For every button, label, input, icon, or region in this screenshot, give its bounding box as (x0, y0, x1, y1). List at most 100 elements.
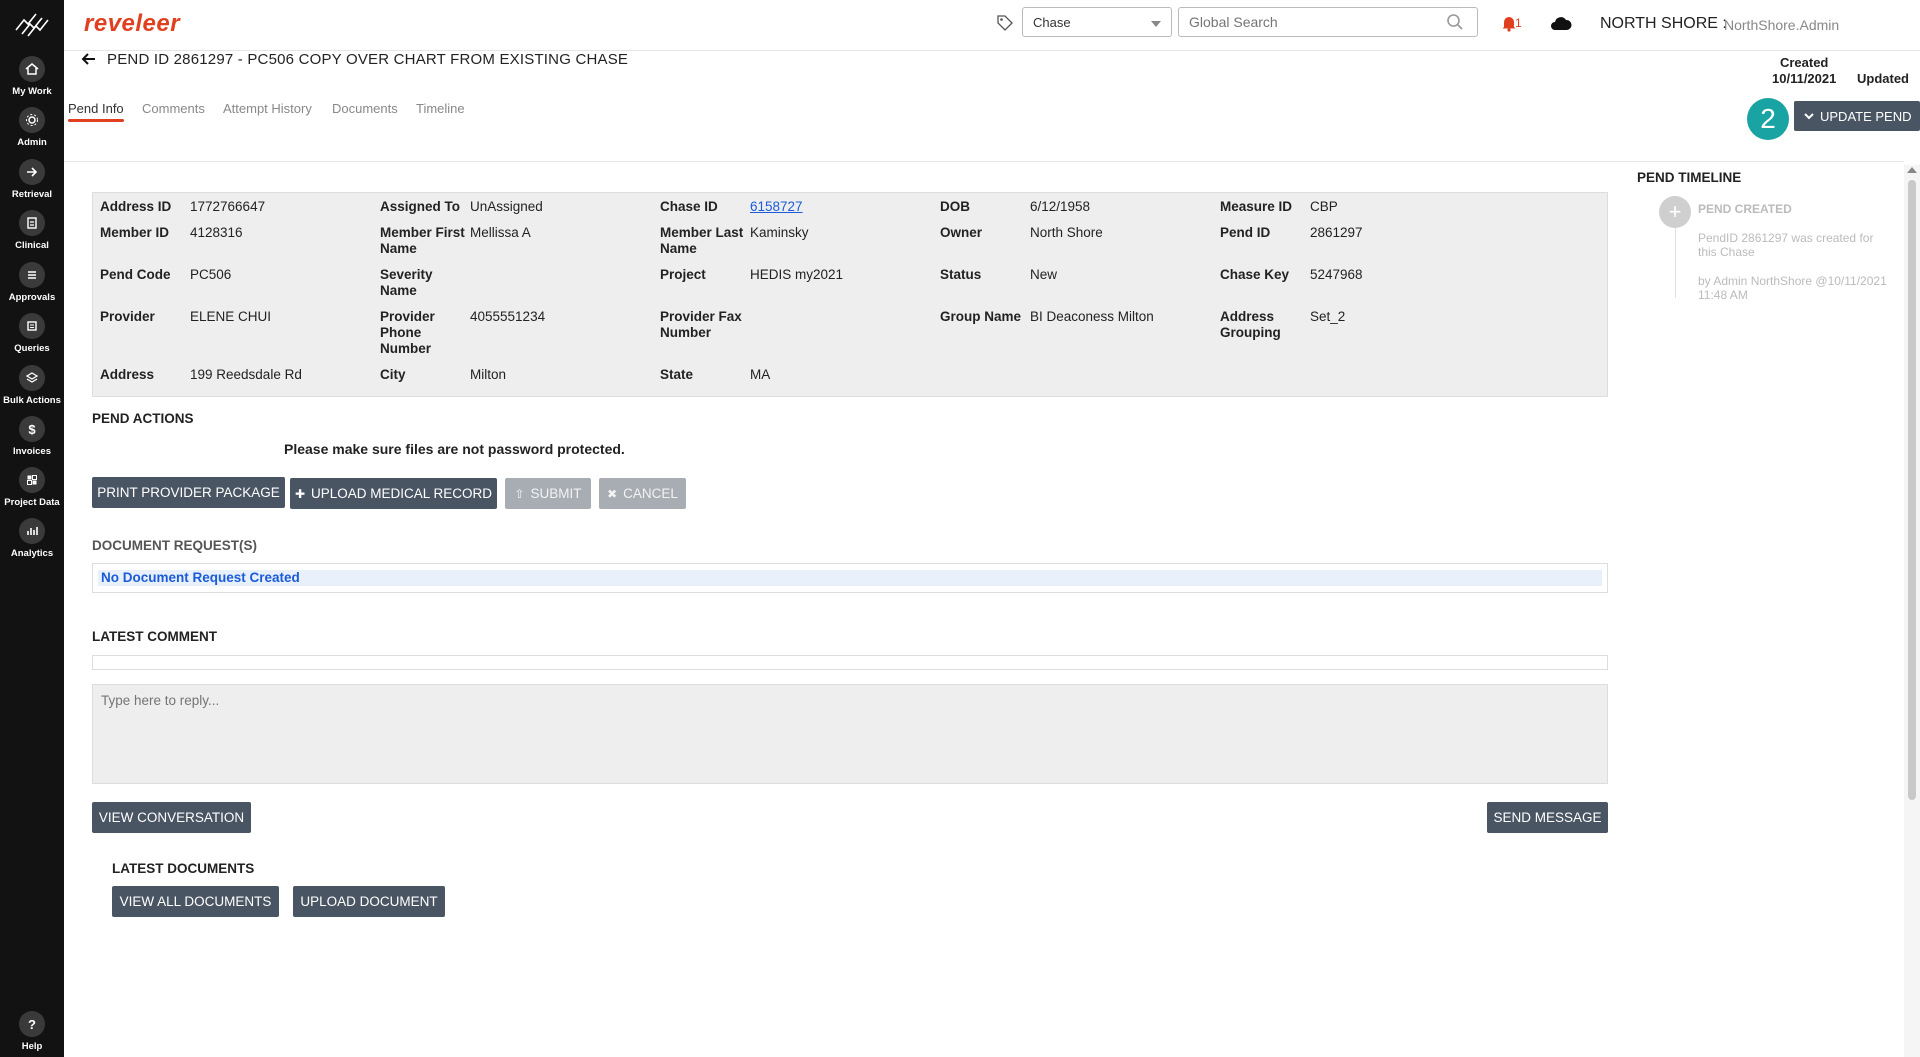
question-icon: ? (19, 1011, 45, 1037)
password-notice: Please make sure files are not password … (284, 441, 625, 457)
button-label: SUBMIT (530, 486, 582, 501)
tag-icon[interactable] (996, 14, 1014, 32)
field-label: Member First Name (380, 225, 465, 256)
field-value: MA (750, 367, 771, 382)
field-label: Address Grouping (1220, 309, 1281, 340)
send-message-button[interactable]: SEND MESSAGE (1487, 802, 1608, 833)
document-requests-list: No Document Request Created (92, 563, 1608, 593)
sidebar-item-retrieval[interactable]: Retrieval (0, 159, 64, 209)
grid-icon (19, 467, 45, 493)
layers-icon (19, 365, 45, 391)
upload-medical-record-button[interactable]: ✚ UPLOAD MEDICAL RECORD (290, 478, 497, 509)
notification-count: 1 (1515, 16, 1522, 30)
bar-chart-icon (19, 518, 45, 544)
field-value: PC506 (190, 267, 232, 282)
tab-comments[interactable]: Comments (142, 101, 205, 116)
field-label: Address ID (100, 199, 172, 214)
created-info: Created 10/11/2021 (1772, 55, 1836, 87)
sidebar-item-my-work[interactable]: My Work (0, 56, 64, 106)
field-value: Kaminsky (750, 225, 809, 240)
back-arrow-icon[interactable] (80, 50, 98, 68)
sidebar-item-analytics[interactable]: Analytics (0, 518, 64, 568)
sidebar-item-queries[interactable]: Queries (0, 313, 64, 363)
field-label: Severity Name (380, 267, 433, 298)
plus-icon: ✚ (294, 486, 306, 501)
field-value: 5247968 (1310, 267, 1363, 282)
brand-logo[interactable]: reveleer (84, 10, 180, 38)
field-value: 199 Reedsdale Rd (190, 367, 302, 382)
button-label: UPLOAD DOCUMENT (300, 894, 438, 909)
field-value: 4055551234 (470, 309, 546, 324)
sidebar-item-approvals[interactable]: Approvals (0, 262, 64, 312)
organization-name: NORTH SHORE : (1600, 15, 1727, 32)
update-pend-button[interactable]: UPDATE PEND (1794, 101, 1920, 131)
created-date: 10/11/2021 (1772, 71, 1837, 86)
scroll-up-arrow-icon[interactable] (1907, 167, 1917, 173)
button-label: PRINT PROVIDER PACKAGE (97, 485, 280, 500)
sidebar-item-label: Retrieval (11, 189, 53, 200)
search-scope-select[interactable]: Chase (1022, 7, 1172, 37)
pend-timeline-heading: PEND TIMELINE (1637, 170, 1742, 185)
sidebar-item-clinical[interactable]: Clinical (0, 210, 64, 260)
sidebar-item-label: Invoices (12, 446, 52, 457)
search-icon[interactable] (1446, 13, 1464, 31)
field-value: 6/12/1958 (1030, 199, 1091, 214)
tab-pend-info[interactable]: Pend Info (68, 101, 124, 116)
sidebar-item-invoices[interactable]: $ Invoices (0, 416, 64, 466)
sidebar-item-label: Help (21, 1041, 43, 1052)
step-badge: 2 (1747, 98, 1789, 140)
scrollbar-thumb[interactable] (1908, 180, 1916, 800)
field-label: DOB (940, 199, 970, 214)
field-label: Chase ID (660, 199, 718, 214)
app-logo-icon[interactable] (14, 10, 50, 38)
field-value: CBP (1310, 199, 1338, 214)
button-label: SEND MESSAGE (1493, 810, 1602, 825)
reply-textarea[interactable] (92, 684, 1608, 784)
field-label: State (660, 367, 694, 382)
upload-document-button[interactable]: UPLOAD DOCUMENT (293, 886, 445, 917)
latest-documents-heading: LATEST DOCUMENTS (112, 861, 255, 876)
field-value: HEDIS my2021 (750, 267, 844, 282)
tab-documents[interactable]: Documents (332, 101, 398, 116)
app-root: My Work Admin Retrieval Clinical Approva… (0, 0, 1920, 1057)
sidebar-item-label: Queries (14, 343, 50, 354)
created-label: Created (1779, 55, 1829, 70)
updated-label: Updated (1857, 71, 1909, 86)
view-conversation-button[interactable]: VIEW CONVERSATION (92, 802, 251, 833)
arrow-right-icon (19, 159, 45, 185)
button-label: VIEW CONVERSATION (98, 810, 245, 825)
button-label: UPLOAD MEDICAL RECORD (311, 486, 493, 501)
sidebar-item-label: My Work (12, 86, 52, 97)
chase-id-link[interactable]: 6158727 (750, 199, 803, 215)
document-request-empty: No Document Request Created (98, 570, 1602, 586)
timeline-connector (1675, 228, 1676, 298)
chevron-down-icon (1151, 21, 1161, 27)
field-label: Owner (940, 225, 983, 240)
sidebar-item-bulk-actions[interactable]: Bulk Actions (0, 365, 64, 415)
sidebar-item-project-data[interactable]: Project Data (0, 467, 64, 517)
submit-button[interactable]: ⇧ SUBMIT (505, 478, 591, 509)
field-label: Status (940, 267, 982, 282)
field-value: 2861297 (1310, 225, 1363, 240)
view-all-documents-button[interactable]: VIEW ALL DOCUMENTS (112, 886, 279, 917)
cloud-icon[interactable] (1550, 15, 1572, 31)
sidebar-item-help[interactable]: ? Help (0, 1011, 64, 1057)
sidebar-item-label: Bulk Actions (3, 395, 61, 406)
global-search-input[interactable] (1178, 7, 1478, 37)
tab-timeline[interactable]: Timeline (416, 101, 465, 116)
field-value: New (1030, 267, 1058, 282)
pend-actions-heading: PEND ACTIONS (92, 411, 194, 426)
latest-comment-display (92, 655, 1608, 670)
print-provider-package-button[interactable]: PRINT PROVIDER PACKAGE (92, 477, 285, 508)
sidebar-item-admin[interactable]: Admin (0, 107, 64, 157)
field-value: Set_2 (1310, 309, 1346, 324)
content-divider (64, 161, 1904, 162)
chevron-down-icon (1804, 113, 1814, 120)
user-name[interactable]: NorthShore.Admin (1724, 17, 1839, 33)
field-value: 1772766647 (190, 199, 266, 214)
field-label: Group Name (940, 309, 1022, 324)
field-label: Assigned To (380, 199, 461, 214)
tab-attempt-history[interactable]: Attempt History (223, 101, 312, 116)
cancel-button[interactable]: ✖ CANCEL (599, 478, 686, 509)
document-requests-heading: DOCUMENT REQUEST(S) (92, 538, 257, 553)
